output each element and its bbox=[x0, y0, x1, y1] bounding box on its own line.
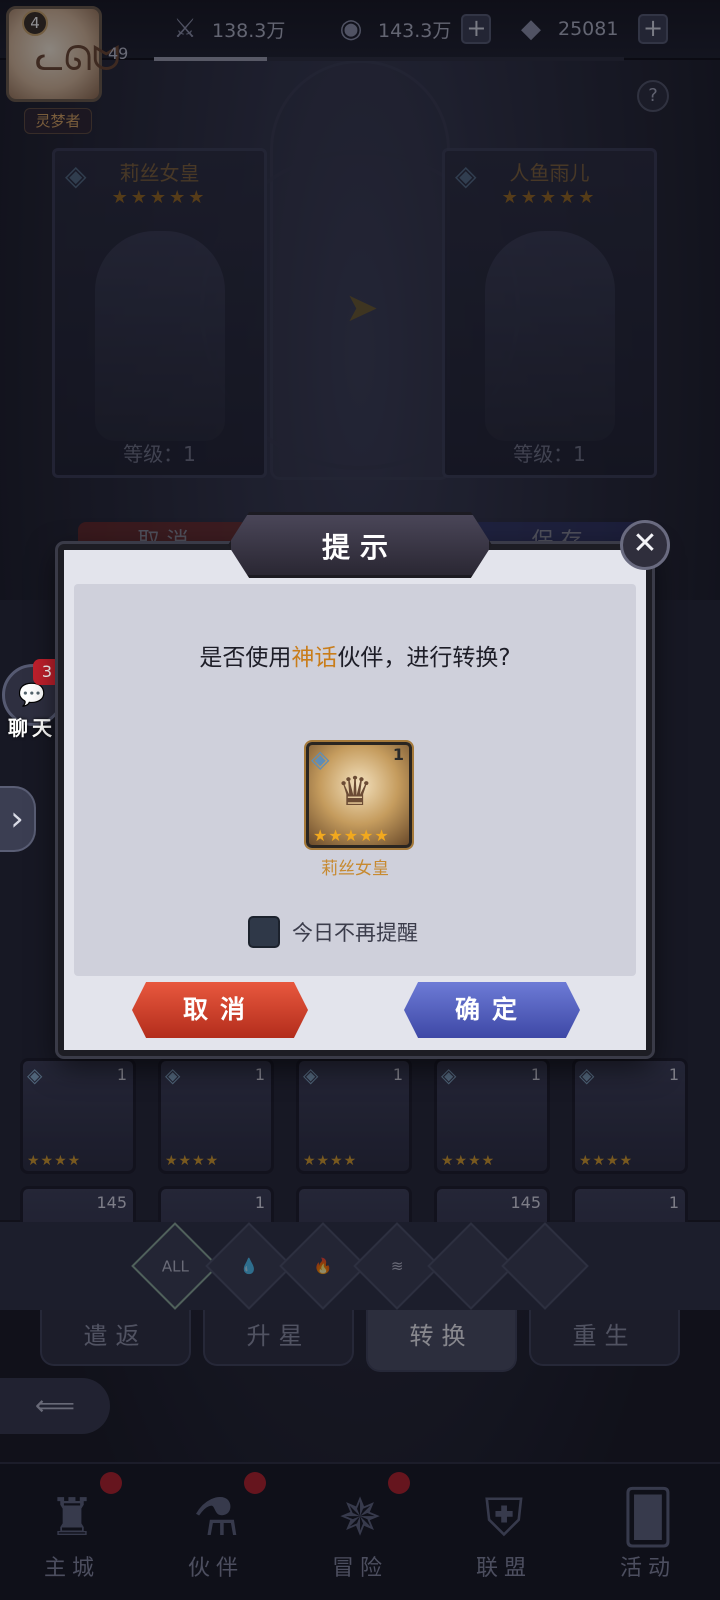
confirm-dialog: 是否使用神话伙伴，进行转换? ◈ 1 ♛ ★★★★★ 莉丝女皇 今日不再提醒 取… bbox=[58, 544, 652, 1056]
chat-bubble-icon: 💬 bbox=[18, 683, 46, 708]
water-element-icon: ◈ bbox=[311, 745, 330, 773]
hero-portrait[interactable]: ◈ 1 ♛ ★★★★★ bbox=[306, 742, 412, 848]
hero-count: 1 bbox=[392, 745, 404, 764]
hero-name: 莉丝女皇 bbox=[321, 859, 389, 879]
side-expand-button[interactable]: › bbox=[0, 786, 36, 852]
close-button[interactable]: ✕ bbox=[620, 520, 670, 570]
chat-badge: 3 bbox=[33, 659, 61, 685]
hero-stars: ★★★★★ bbox=[313, 826, 390, 845]
remind-checkbox[interactable] bbox=[248, 916, 280, 948]
close-icon: ✕ bbox=[632, 526, 658, 561]
chat-label: 聊天 bbox=[8, 716, 56, 740]
chevron-right-icon: › bbox=[10, 799, 24, 839]
hero-face-icon: ♛ bbox=[337, 769, 373, 815]
dialog-title: 提示 bbox=[321, 531, 398, 564]
confirm-button[interactable]: 确定 bbox=[404, 982, 580, 1038]
dialog-question: 是否使用神话伙伴，进行转换? bbox=[199, 645, 511, 671]
mythic-highlight: 神话 bbox=[291, 645, 338, 671]
remind-option[interactable]: 今日不再提醒 bbox=[248, 916, 418, 948]
remind-label: 今日不再提醒 bbox=[292, 921, 418, 945]
cancel-button[interactable]: 取消 bbox=[132, 982, 308, 1038]
